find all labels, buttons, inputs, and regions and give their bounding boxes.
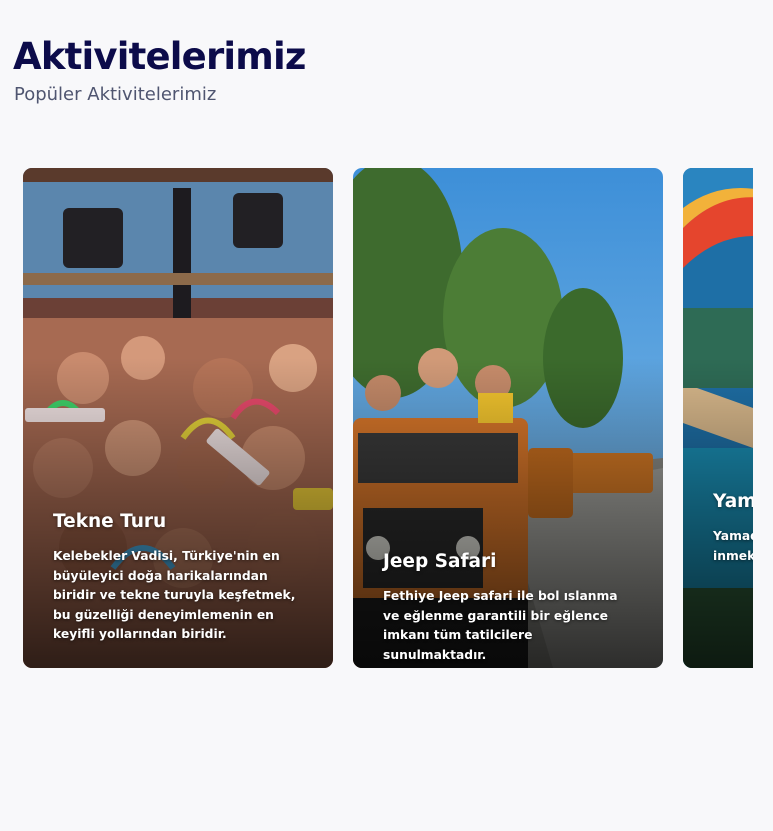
activities-page: Aktivitelerimiz Popüler Aktivitelerimiz — [0, 0, 773, 831]
page-subtitle: Popüler Aktivitelerimiz — [14, 84, 217, 105]
section-heading: Aktivitelerimiz Popüler Aktivitelerimiz — [13, 34, 306, 106]
card-description: Fethiye Jeep safari ile bol ıslanma ve e… — [383, 589, 618, 662]
activity-card-jeep-safari[interactable]: Jeep Safari Fethiye Jeep safari ile bol … — [353, 168, 663, 668]
card-title: Jeep Safari — [383, 551, 497, 572]
activity-carousel[interactable]: Tekne Turu Kelebekler Vadisi, Türkiye'ni… — [23, 168, 753, 668]
card-overlay — [683, 358, 753, 668]
card-description: Kelebekler Vadisi, Türkiye'nin en büyüle… — [53, 549, 296, 642]
card-title: Tekne Turu — [53, 511, 167, 532]
activity-card-boat-tour[interactable]: Tekne Turu Kelebekler Vadisi, Türkiye'ni… — [23, 168, 333, 668]
card-title: Yam — [713, 491, 753, 512]
activity-card-paragliding[interactable]: Yam Yamad derind bir tan aşağıy süzüle i… — [683, 168, 753, 668]
card-description: Yamad derind bir tan aşağıy süzüle inmek — [713, 529, 753, 563]
page-title: Aktivitelerimiz — [13, 35, 306, 78]
